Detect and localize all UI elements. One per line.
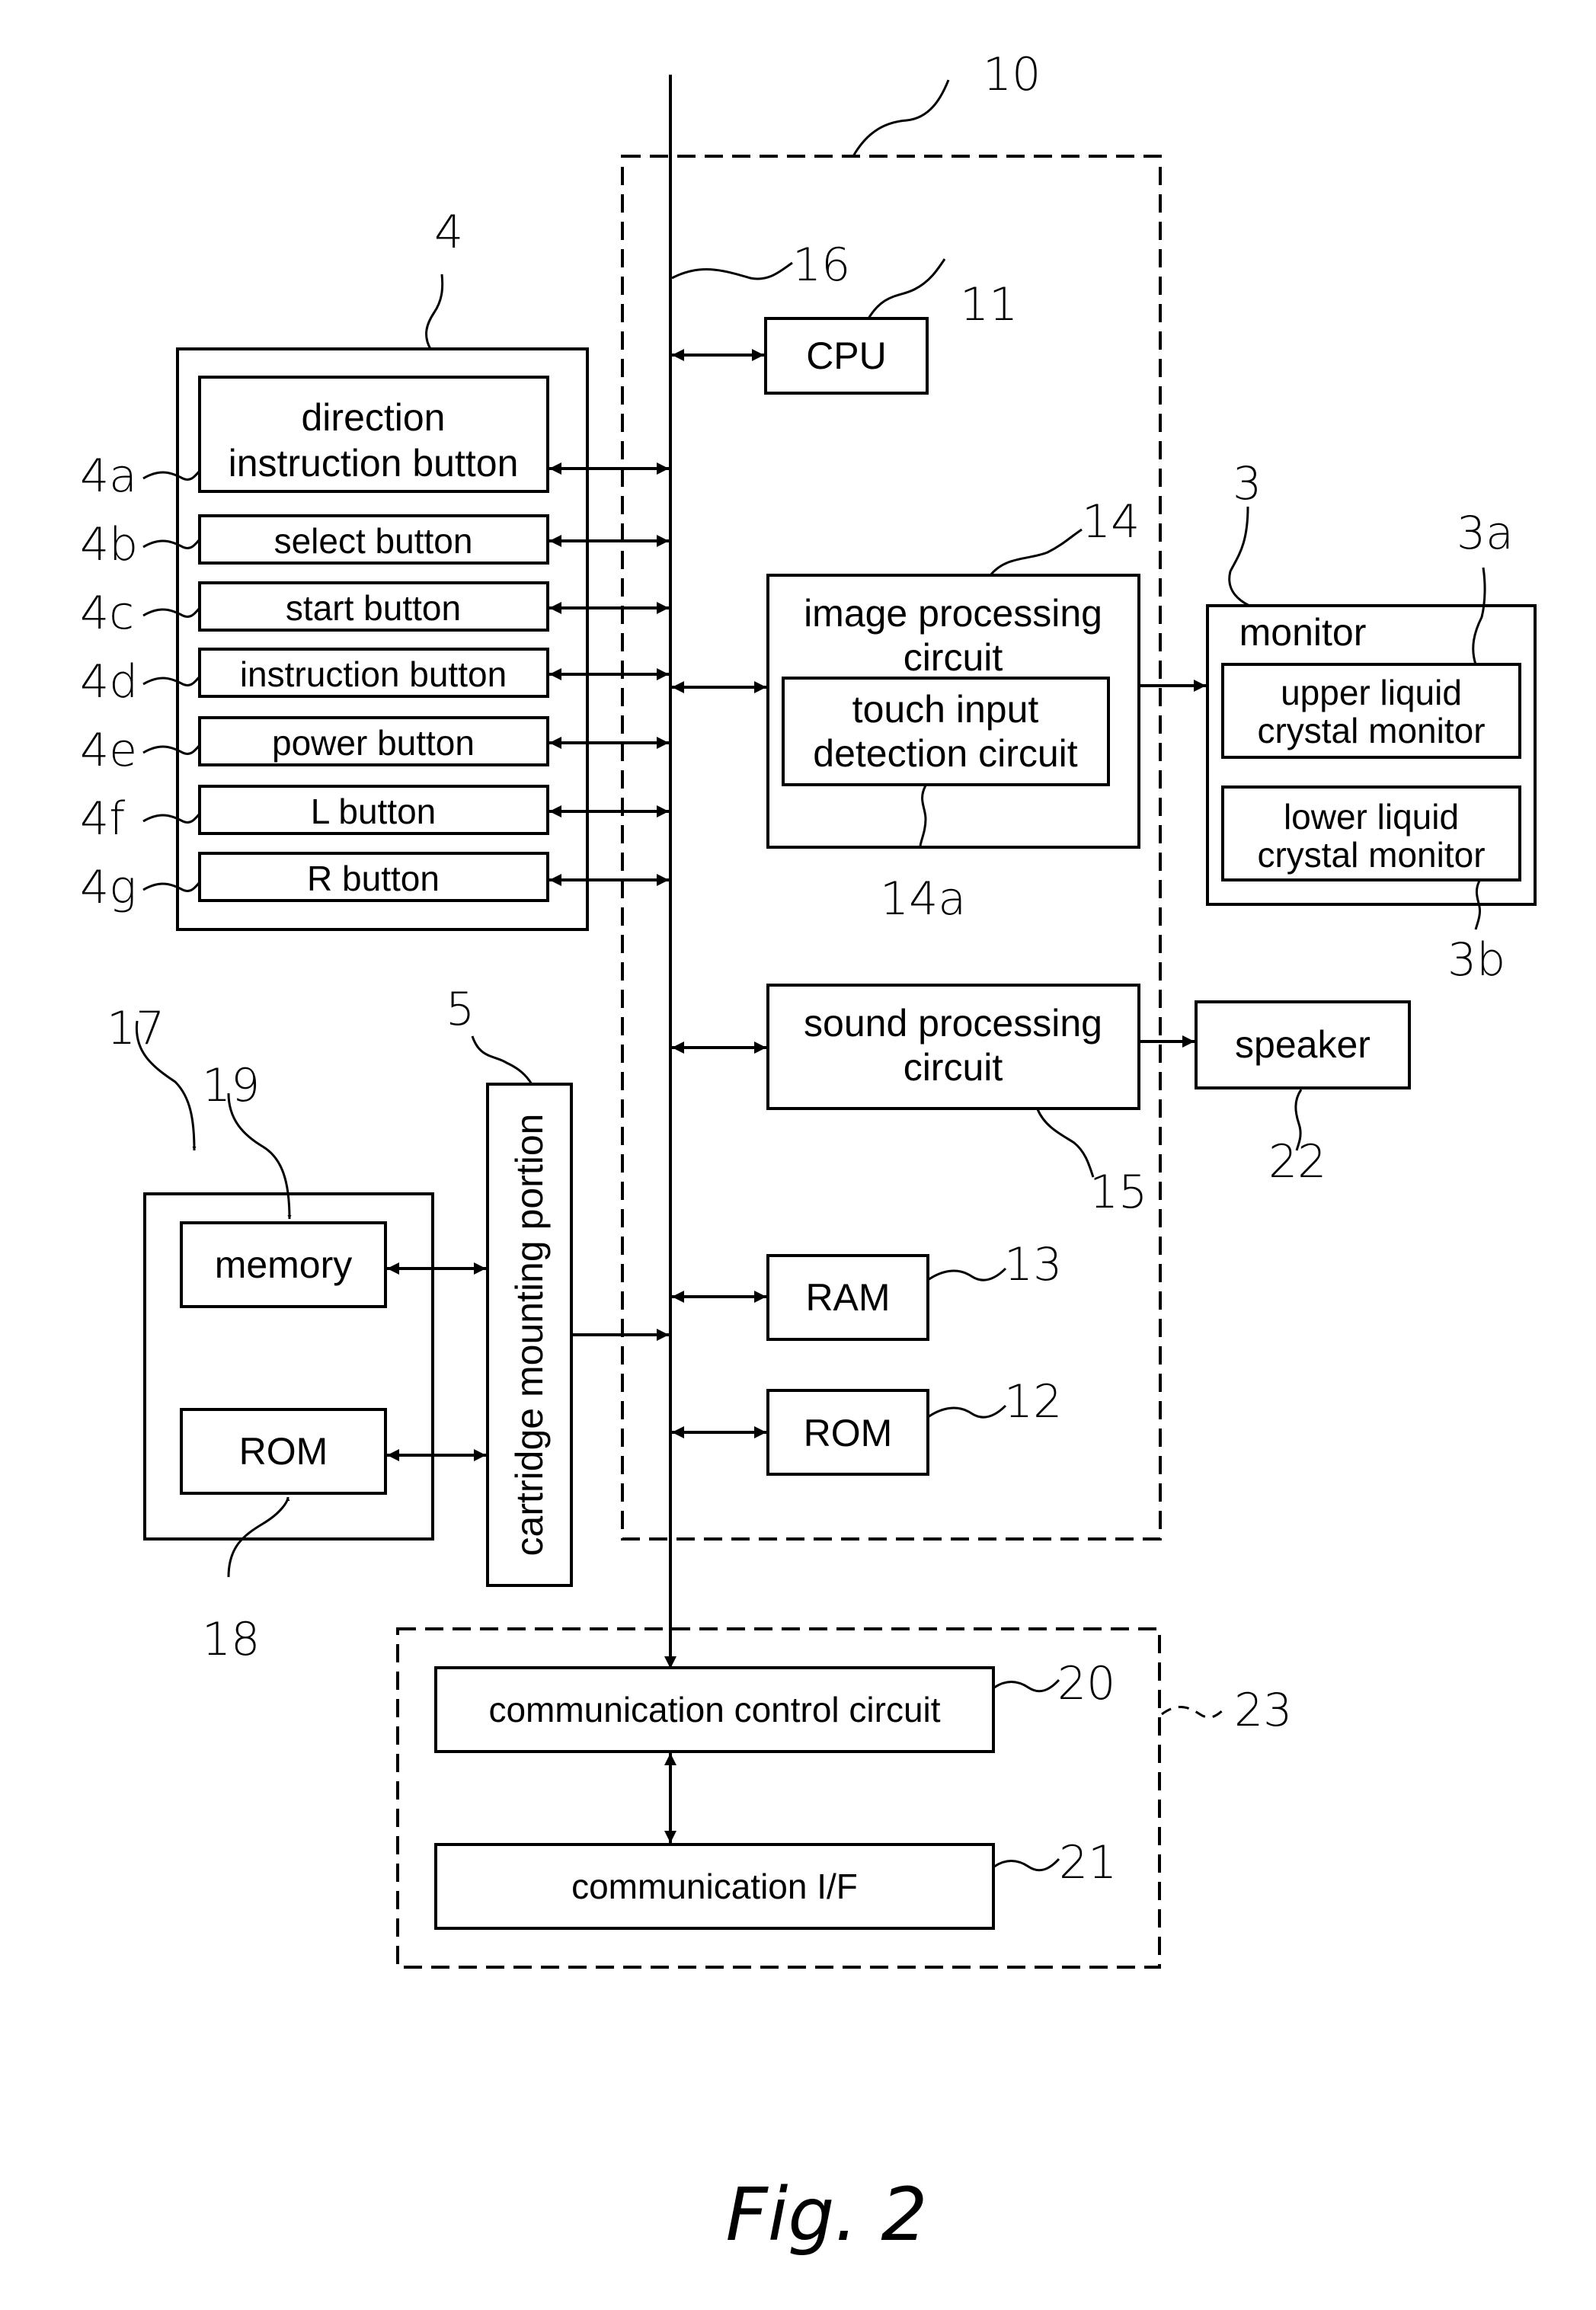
main-unit-ref: 10 [983, 48, 1041, 101]
upper-lcd-label-1: upper liquid [1281, 673, 1462, 712]
cpu-leader [867, 258, 946, 319]
sound-processing-leader [1036, 1109, 1095, 1178]
monitor-label: monitor [1239, 611, 1367, 654]
button-4a-label-1: direction [302, 396, 446, 439]
cartridge-rom-label: ROM [239, 1430, 328, 1473]
bus-ref: 16 [792, 238, 850, 292]
sound-processing-label-1: sound processing [804, 1002, 1102, 1045]
block-diagram: 10 16 CPU 11 image processing circuit 14… [80, 48, 1537, 2257]
image-processing-ref: 14 [1082, 495, 1140, 549]
comm-control-leader [993, 1678, 1060, 1693]
cartridge-memory-label: memory [215, 1243, 353, 1286]
lower-lcd-label-2: crystal monitor [1257, 835, 1485, 875]
touch-input-label-2: detection circuit [813, 732, 1077, 775]
main-rom-label: ROM [804, 1412, 893, 1454]
cpu-label: CPU [806, 334, 887, 377]
comm-if-leader [993, 1857, 1060, 1872]
upper-lcd-ref: 3a [1457, 507, 1514, 560]
button-4c: start button [198, 581, 549, 632]
cartridge-memory-ref: 19 [202, 1059, 260, 1112]
ram-leader [927, 1267, 1007, 1281]
button-4b: select button [198, 514, 549, 565]
button-4e-ref: 4e [80, 724, 137, 777]
button-4d-label: instruction button [240, 654, 507, 694]
cartridge-mount-leader [471, 1035, 533, 1085]
button-4g-label: R button [307, 859, 440, 898]
monitor-leader [1228, 506, 1250, 607]
button-4d-ref: 4d [80, 655, 138, 709]
button-4b-label: select button [274, 521, 473, 561]
figure-caption: Fig. 2 [726, 2172, 928, 2257]
upper-lcd-label-2: crystal monitor [1257, 711, 1485, 750]
button-4c-label: start button [286, 588, 461, 628]
touch-input-ref: 14a [880, 872, 966, 926]
lower-lcd-label-1: lower liquid [1284, 797, 1459, 837]
sound-processing-ref: 15 [1089, 1166, 1147, 1219]
ram-label: RAM [805, 1276, 890, 1319]
button-4e-label: power button [272, 723, 475, 763]
main-rom-ref: 12 [1004, 1375, 1062, 1429]
image-processing-label-1: image processing [804, 592, 1102, 635]
main-rom-leader [927, 1404, 1007, 1419]
cartridge-rom-ref: 18 [202, 1613, 260, 1666]
button-4g-ref: 4g [80, 861, 136, 914]
ram-ref: 13 [1004, 1238, 1062, 1291]
image-processing-leader [989, 528, 1083, 576]
monitor-ref: 3 [1233, 457, 1262, 510]
operation-unit-leader [425, 274, 444, 350]
button-4a: direction instruction button [198, 376, 549, 493]
comm-if-label: communication I/F [571, 1867, 858, 1906]
speaker-label: speaker [1235, 1023, 1371, 1066]
comm-if-ref: 21 [1059, 1836, 1117, 1889]
button-4f-label: L button [311, 792, 437, 831]
cartridge-mount-label: cartridge mounting portion [508, 1114, 551, 1557]
button-4f: L button [198, 785, 549, 835]
comm-control-ref: 20 [1057, 1657, 1115, 1710]
button-4a-ref: 4a [80, 450, 137, 503]
button-4b-ref: 4b [80, 518, 138, 571]
button-4c-ref: 4c [80, 587, 134, 640]
cartridge-mount-ref: 5 [446, 983, 475, 1036]
touch-input-label-1: touch input [852, 688, 1039, 731]
comm-control-label: communication control circuit [488, 1690, 940, 1729]
image-processing-label-2: circuit [904, 636, 1003, 679]
cpu-ref: 11 [960, 278, 1018, 331]
button-4d: instruction button [198, 648, 549, 698]
lower-lcd-ref: 3b [1447, 933, 1505, 987]
comm-unit-leader [1161, 1705, 1228, 1719]
button-4a-label-2: instruction button [229, 442, 519, 485]
speaker-ref: 22 [1268, 1135, 1326, 1189]
bus-leader [671, 261, 793, 280]
button-4g: R button [198, 852, 549, 902]
comm-unit-ref: 23 [1234, 1684, 1292, 1737]
button-4e: power button [198, 716, 549, 766]
operation-unit-ref: 4 [434, 206, 463, 259]
main-unit-leader [852, 79, 950, 157]
button-4f-ref: 4f [80, 792, 125, 846]
cartridge-ref: 17 [107, 1002, 165, 1055]
sound-processing-label-2: circuit [904, 1046, 1003, 1089]
